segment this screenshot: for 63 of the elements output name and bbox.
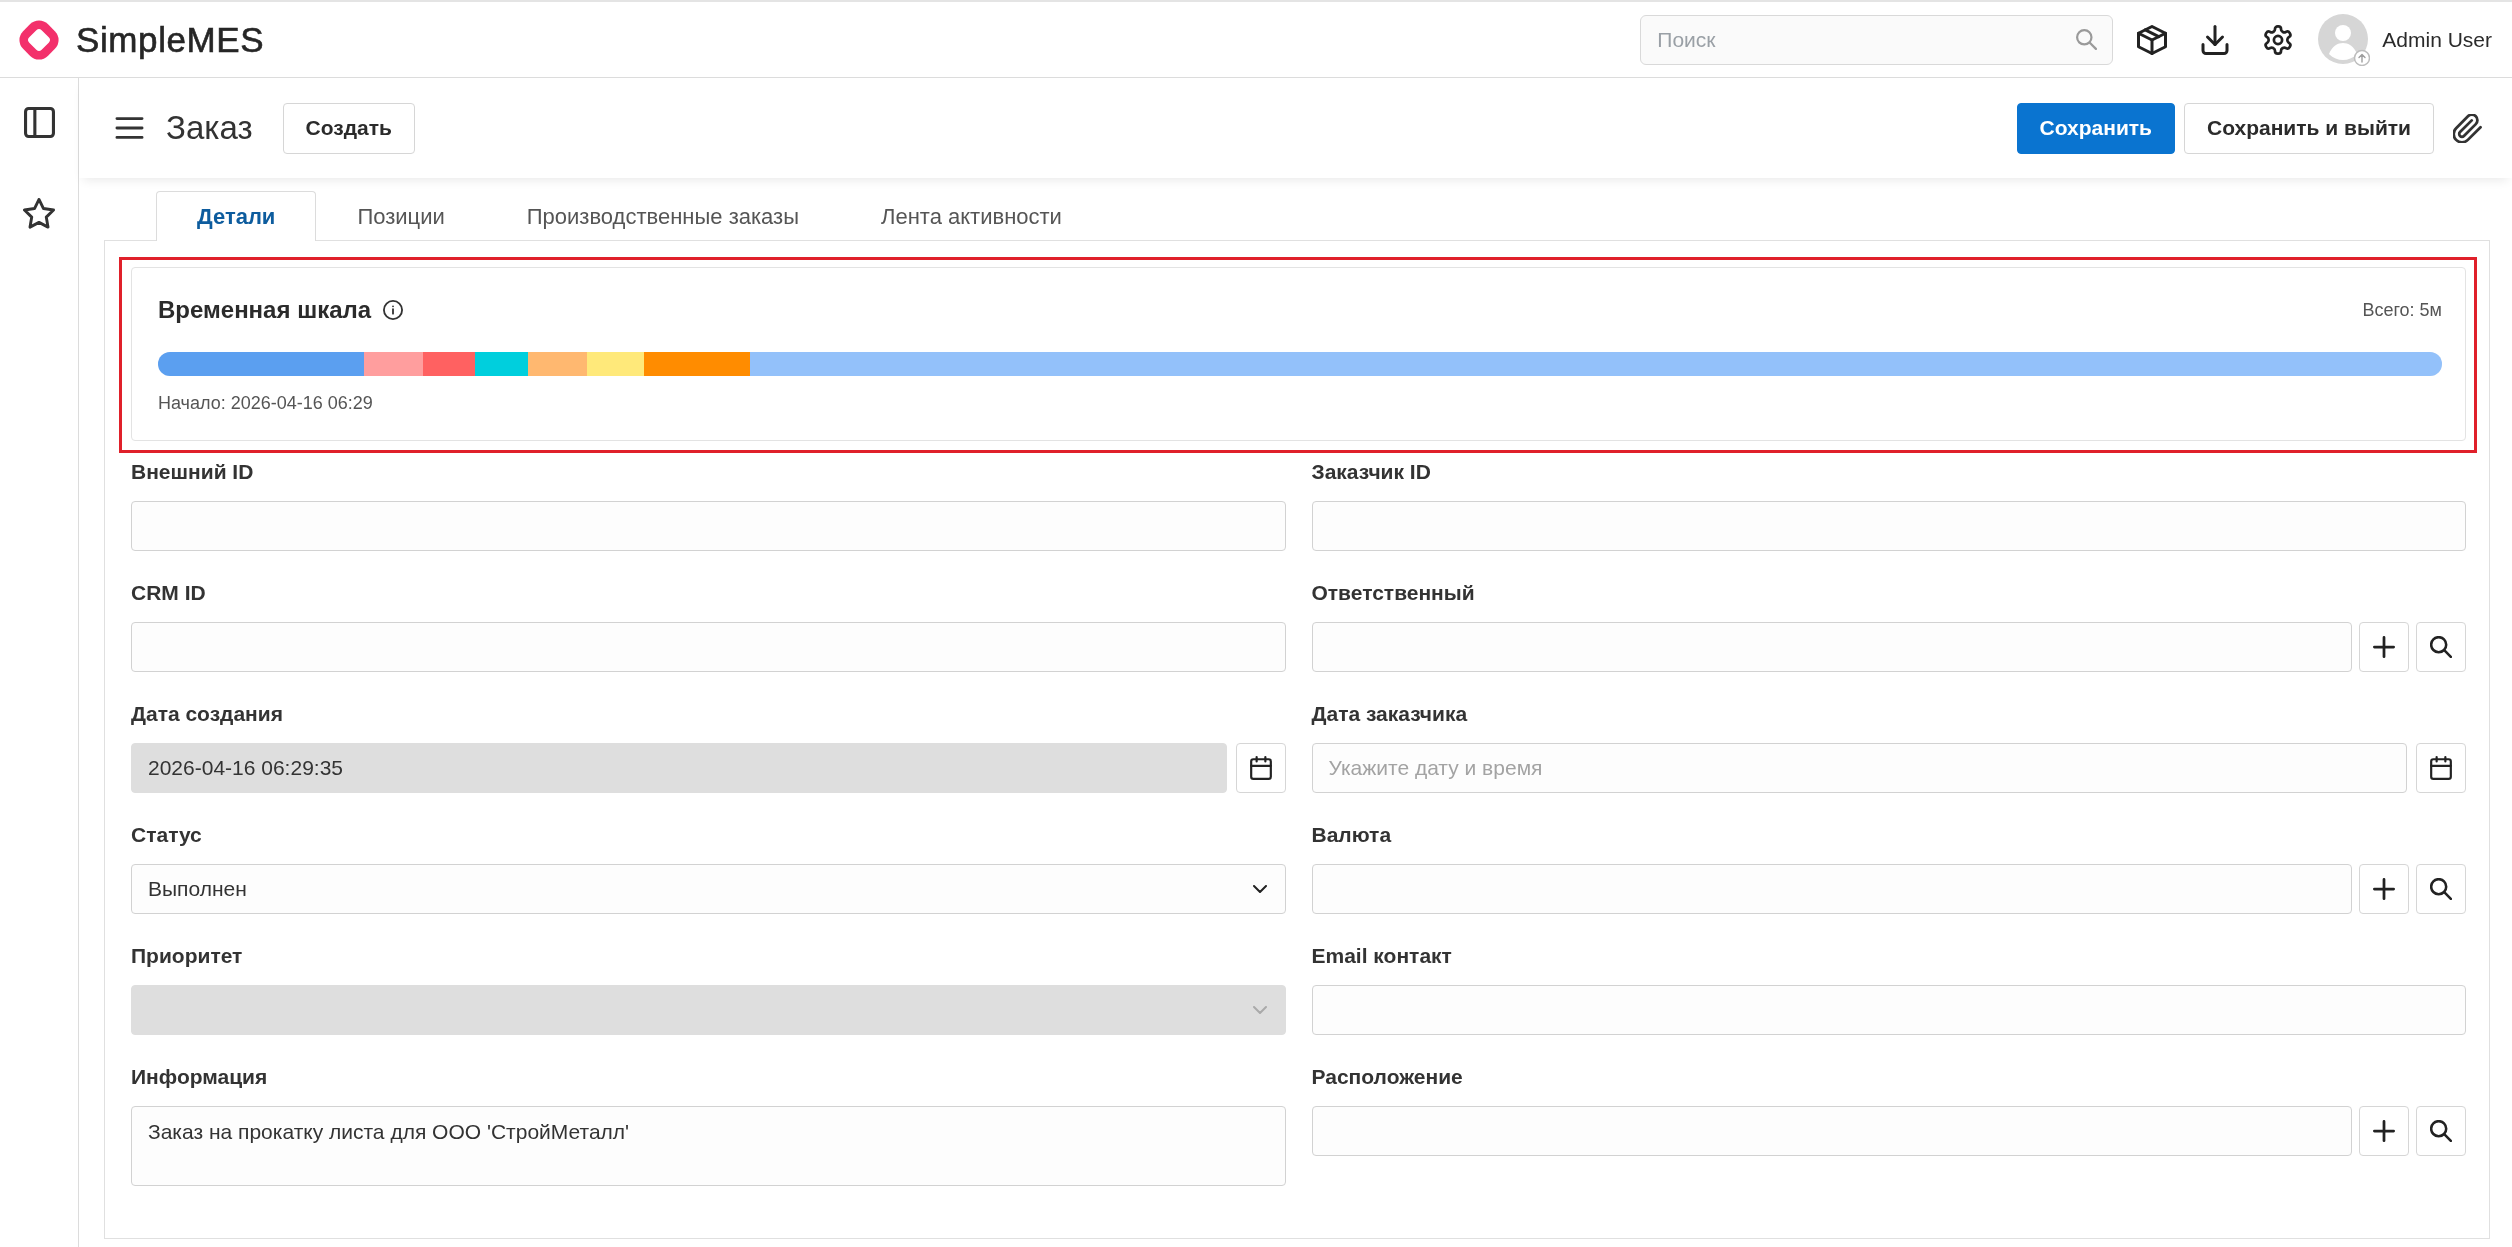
app-logo-text: SimpleMES — [76, 19, 265, 60]
text-area[interactable]: Заказ на прокатку листа для ООО 'СтройМеталл' — [131, 1106, 1286, 1186]
field-label: Внешний ID — [131, 459, 255, 485]
field-label: CRM ID — [131, 580, 207, 606]
settings-icon[interactable] — [2263, 24, 2294, 55]
lookup-field[interactable] — [1311, 864, 2352, 914]
panel-icon[interactable] — [23, 107, 55, 138]
search-button[interactable] — [2416, 622, 2466, 672]
lookup-field[interactable] — [1311, 1106, 2352, 1156]
plus-icon — [2373, 1120, 2395, 1142]
field-label: Информация — [131, 1064, 269, 1090]
calendar-icon — [2430, 756, 2452, 780]
field-label: Заказчик ID — [1311, 459, 1432, 485]
field-label: Дата создания — [131, 701, 284, 727]
chevron-down-icon — [1252, 1006, 1267, 1014]
search-button[interactable] — [2416, 864, 2466, 914]
tab[interactable]: Позиции — [316, 191, 486, 241]
field-label: Дата заказчика — [1311, 701, 1469, 727]
select-field[interactable]: Выполнен — [131, 864, 1286, 914]
tab[interactable]: Детали — [156, 191, 317, 241]
chevron-down-icon — [1252, 885, 1267, 893]
search-field[interactable]: Поиск — [1640, 14, 2114, 65]
user-name[interactable]: Admin User — [2382, 27, 2492, 52]
save-button[interactable]: Сохранить — [2016, 102, 2175, 154]
calendar-button[interactable] — [2416, 743, 2466, 793]
tab[interactable]: Производственные заказы — [485, 191, 840, 241]
timeline-title: Временная шкала — [158, 296, 372, 324]
download-icon[interactable] — [2200, 24, 2231, 55]
input-field[interactable] — [1311, 985, 2466, 1035]
search-icon — [2430, 636, 2452, 658]
input-field[interactable] — [131, 622, 1286, 672]
info-icon[interactable] — [383, 300, 404, 320]
calendar-button[interactable] — [1235, 743, 1286, 793]
field-label: Email контакт — [1311, 943, 1453, 969]
add-button[interactable] — [2359, 864, 2409, 914]
tab[interactable]: Лента активности — [840, 191, 1103, 241]
star-icon[interactable] — [23, 198, 55, 230]
field-label: Расположение — [1311, 1064, 1464, 1090]
page-title: Заказ — [166, 109, 253, 147]
save-and-exit-button[interactable]: Сохранить и выйти — [2184, 102, 2434, 154]
lookup-field[interactable] — [1311, 622, 2352, 672]
search-icon — [2430, 1120, 2452, 1142]
add-button[interactable] — [2359, 622, 2409, 672]
input-field[interactable] — [131, 501, 1286, 551]
add-button[interactable] — [2359, 1106, 2409, 1156]
calendar-icon — [1249, 756, 1272, 780]
create-button[interactable]: Создать — [282, 102, 415, 154]
paperclip-icon[interactable] — [2453, 113, 2482, 143]
plus-icon — [2373, 636, 2395, 658]
timeline-total: Всего: 5м — [2362, 299, 2442, 321]
field-label: Ответственный — [1311, 580, 1476, 606]
field-label: Статус — [131, 822, 203, 848]
search-button[interactable] — [2416, 1106, 2466, 1156]
plus-icon — [2373, 878, 2395, 900]
input-field[interactable] — [1311, 501, 2466, 551]
timeline-start: Начало: 2026-04-16 06:29 — [158, 392, 374, 414]
cube-icon[interactable] — [2137, 24, 2168, 55]
menu-icon[interactable] — [115, 117, 144, 139]
search-icon — [2430, 878, 2452, 900]
search-icon — [2076, 28, 2098, 50]
field-label: Приоритет — [131, 943, 244, 969]
field-label: Валюта — [1311, 822, 1393, 848]
date-field[interactable]: Укажите дату и время — [1311, 743, 2407, 793]
